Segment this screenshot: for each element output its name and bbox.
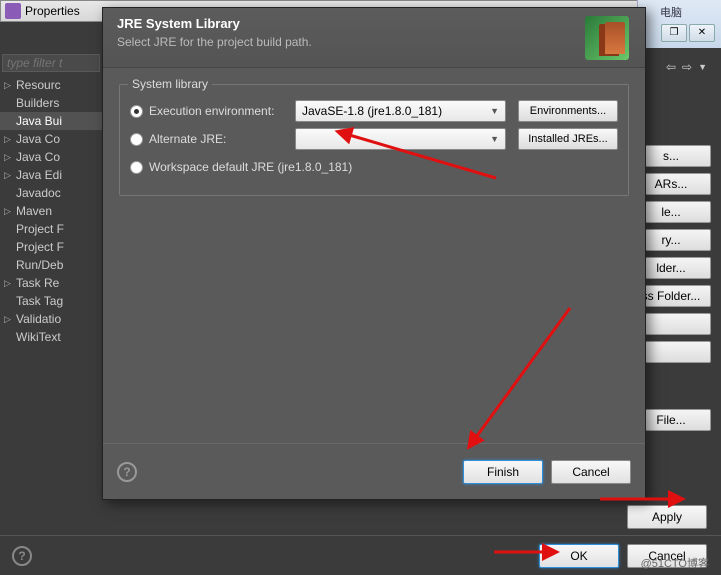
sidebar-item-label: Project F (16, 222, 64, 236)
tree-arrow-icon: ▷ (4, 134, 14, 145)
sidebar-item[interactable]: ▷Java Co (0, 130, 102, 148)
eclipse-icon (5, 3, 21, 19)
tree-arrow-icon: ▷ (4, 278, 14, 289)
help-icon[interactable]: ? (12, 546, 32, 566)
workspace-jre-row: Workspace default JRE (jre1.8.0_181) (130, 153, 618, 181)
fieldset-legend: System library (128, 77, 212, 91)
sidebar-item[interactable]: Task Tag (0, 292, 102, 310)
nav-fwd-icon[interactable]: ⇨ (682, 60, 692, 74)
alt-jre-row: Alternate JRE: ▼ Installed JREs... (130, 125, 618, 153)
watermark: @51CTO博客 (641, 555, 709, 571)
alt-jre-radio[interactable] (130, 133, 143, 146)
jre-library-dialog: JRE System Library Select JRE for the pr… (102, 7, 646, 500)
dialog-footer: ? Finish Cancel (103, 443, 645, 499)
nav-menu-icon[interactable]: ▼ (698, 62, 707, 72)
sidebar-item-label: Javadoc (16, 186, 61, 200)
sidebar-item-label: Java Edi (16, 168, 62, 182)
alt-jre-combo[interactable]: ▼ (295, 128, 506, 150)
exec-env-value: JavaSE-1.8 (jre1.8.0_181) (302, 104, 442, 118)
filter-input[interactable] (2, 54, 100, 72)
sidebar-item[interactable]: Project F (0, 238, 102, 256)
tree-arrow-icon: ▷ (4, 80, 14, 91)
chevron-down-icon: ▼ (490, 106, 499, 116)
sidebar-item-label: Java Co (16, 150, 60, 164)
tree-arrow-icon: ▷ (4, 206, 14, 217)
dialog-header: JRE System Library Select JRE for the pr… (103, 8, 645, 68)
sidebar-item-label: Resourc (16, 78, 61, 92)
window-restore-button[interactable]: ❐ (661, 24, 687, 42)
sidebar-item[interactable]: Java Bui (0, 112, 102, 130)
library-icon (585, 16, 629, 60)
workspace-jre-label: Workspace default JRE (jre1.8.0_181) (149, 160, 352, 174)
sidebar-item[interactable]: ▷Resourc (0, 76, 102, 94)
window-close-button[interactable]: ✕ (689, 24, 715, 42)
finish-button[interactable]: Finish (463, 460, 543, 484)
sidebar-item-label: Maven (16, 204, 52, 218)
sidebar-item-label: Task Tag (16, 294, 63, 308)
dialog-subtitle: Select JRE for the project build path. (117, 35, 312, 49)
dialog-title: JRE System Library (117, 16, 312, 31)
desktop-label: 电脑 (660, 4, 682, 20)
sidebar-item-label: Project F (16, 240, 64, 254)
sidebar-item[interactable]: ▷Validatio (0, 310, 102, 328)
dialog-help-icon[interactable]: ? (117, 462, 137, 482)
ok-button[interactable]: OK (539, 544, 619, 568)
exec-env-row: Execution environment: JavaSE-1.8 (jre1.… (130, 97, 618, 125)
properties-sidebar: ▷ResourcBuildersJava Bui▷Java Co▷Java Co… (0, 76, 102, 346)
tree-arrow-icon: ▷ (4, 314, 14, 325)
system-library-fieldset: System library Execution environment: Ja… (119, 84, 629, 196)
sidebar-item[interactable]: ▷Java Edi (0, 166, 102, 184)
dialog-cancel-button[interactable]: Cancel (551, 460, 631, 484)
sidebar-item-label: Validatio (16, 312, 61, 326)
alt-jre-label: Alternate JRE: (149, 132, 289, 146)
workspace-jre-radio[interactable] (130, 161, 143, 174)
sidebar-item-label: Run/Deb (16, 258, 63, 272)
chevron-down-icon: ▼ (490, 134, 499, 144)
sidebar-item[interactable]: WikiText (0, 328, 102, 346)
sidebar-item[interactable]: Javadoc (0, 184, 102, 202)
sidebar-item-label: WikiText (16, 330, 61, 344)
installed-jres-button[interactable]: Installed JREs... (518, 128, 618, 150)
apply-button[interactable]: Apply (627, 505, 707, 529)
sidebar-item-label: Java Co (16, 132, 60, 146)
exec-env-label: Execution environment: (149, 104, 289, 118)
exec-env-combo[interactable]: JavaSE-1.8 (jre1.8.0_181) ▼ (295, 100, 506, 122)
sidebar-item-label: Task Re (16, 276, 59, 290)
sidebar-item[interactable]: Run/Deb (0, 256, 102, 274)
sidebar-item[interactable]: Builders (0, 94, 102, 112)
bottom-bar: ? OK Cancel (0, 535, 721, 575)
sidebar-item-label: Java Bui (16, 114, 62, 128)
dialog-body: System library Execution environment: Ja… (103, 68, 645, 443)
desktop-chrome: 电脑 ❐ ✕ (637, 0, 721, 48)
sidebar-item[interactable]: Project F (0, 220, 102, 238)
sidebar-item[interactable]: ▷Java Co (0, 148, 102, 166)
apply-bar: Apply (0, 499, 721, 535)
sidebar-item-label: Builders (16, 96, 59, 110)
exec-env-radio[interactable] (130, 105, 143, 118)
nav-back-icon[interactable]: ⇦ (666, 60, 676, 74)
toolbar-nav: ⇦ ⇨ ▼ (666, 60, 707, 74)
sidebar-item[interactable]: ▷Task Re (0, 274, 102, 292)
tree-arrow-icon: ▷ (4, 152, 14, 163)
environments-button[interactable]: Environments... (518, 100, 618, 122)
tree-arrow-icon: ▷ (4, 170, 14, 181)
sidebar-item[interactable]: ▷Maven (0, 202, 102, 220)
properties-title: Properties (25, 4, 80, 18)
